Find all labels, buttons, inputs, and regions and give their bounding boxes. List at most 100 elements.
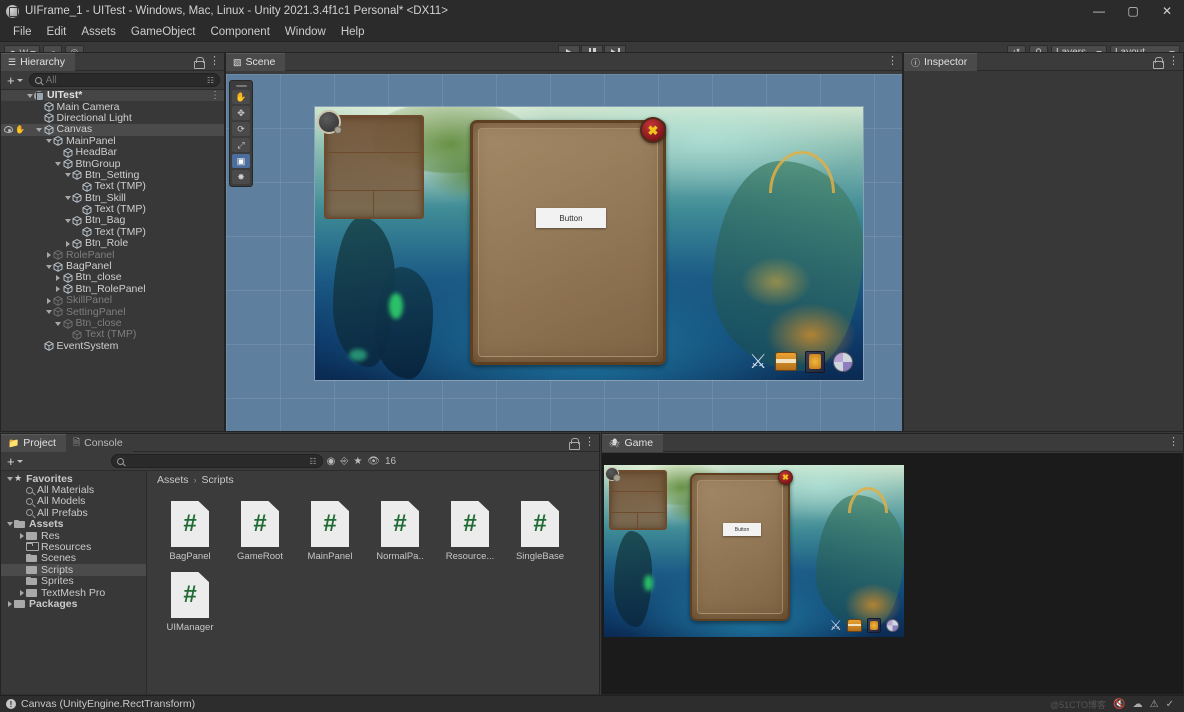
menu-edit[interactable]: Edit	[40, 24, 74, 40]
menu-gameobject[interactable]: GameObject	[124, 24, 203, 40]
breadcrumb-scripts[interactable]: Scripts	[202, 474, 234, 486]
menu-file[interactable]: File	[6, 24, 39, 40]
expand-arrow-icon[interactable]	[5, 601, 14, 607]
expand-arrow-icon[interactable]	[54, 286, 63, 292]
collapse-arrow-icon[interactable]	[44, 139, 53, 143]
collapse-arrow-icon[interactable]	[63, 219, 72, 223]
hierarchy-item-uitest[interactable]: UITest*⋮	[1, 90, 224, 101]
hidden-packages-icon[interactable]: 👁	[367, 456, 380, 467]
rect-tool[interactable]: ▣	[232, 154, 250, 168]
game-menu-icon[interactable]: ⋮	[1168, 437, 1179, 448]
create-object-button[interactable]: +	[5, 73, 25, 88]
asset-item[interactable]: #NormalPa..	[373, 501, 427, 562]
project-tree-item-textmesh-pro[interactable]: TextMesh Pro	[1, 587, 146, 598]
tab-console[interactable]: 🗎 Console	[66, 434, 133, 452]
asset-grid[interactable]: #BagPanel#GameRoot#MainPanel#NormalPa..#…	[147, 489, 599, 694]
asset-item[interactable]: #SingleBase	[513, 501, 567, 562]
hierarchy-item-headbar[interactable]: HeadBar	[1, 147, 224, 158]
hand-tool[interactable]: ✋	[232, 90, 250, 104]
book-icon[interactable]	[867, 618, 881, 633]
scene-menu-icon[interactable]: ⋮	[887, 56, 898, 67]
collapse-arrow-icon[interactable]	[5, 477, 14, 481]
project-search-input[interactable]	[128, 456, 306, 467]
eye-icon[interactable]	[4, 126, 13, 133]
hierarchy-item-btn-role[interactable]: Btn_Role	[1, 238, 224, 249]
project-tree-item-all-prefabs[interactable]: All Prefabs	[1, 507, 146, 518]
project-tree-item-res[interactable]: Res	[1, 530, 146, 541]
chest-icon[interactable]	[775, 352, 797, 371]
hierarchy-menu-icon[interactable]: ⋮	[209, 56, 220, 67]
project-tree-item-sprites[interactable]: Sprites	[1, 576, 146, 587]
project-search-box[interactable]: ☷	[111, 454, 323, 468]
collapse-arrow-icon[interactable]	[44, 310, 53, 314]
inspector-menu-icon[interactable]: ⋮	[1168, 56, 1179, 67]
pickability-icon[interactable]: ✋	[15, 125, 25, 134]
transform-tool[interactable]: ✸	[232, 170, 250, 184]
visibility-gutter[interactable]: ✋	[1, 125, 25, 134]
asset-item[interactable]: #MainPanel	[303, 501, 357, 562]
check-icon[interactable]: ✓	[1166, 699, 1174, 710]
minimize-button[interactable]: —	[1082, 0, 1116, 22]
close-panel-button[interactable]: ✖	[778, 470, 793, 485]
menu-help[interactable]: Help	[334, 24, 372, 40]
game-viewport[interactable]: Button ✖ ⚔	[602, 453, 1183, 694]
asset-item[interactable]: #UIManager	[163, 572, 217, 633]
hierarchy-item-rolepanel[interactable]: RolePanel	[1, 249, 224, 260]
gear-icon[interactable]	[833, 352, 853, 372]
hierarchy-item-text-tmp[interactable]: Text (TMP)	[1, 181, 224, 192]
hierarchy-item-btn-rolepanel[interactable]: Btn_RolePanel	[1, 284, 224, 295]
hierarchy-item-eventsystem[interactable]: EventSystem	[1, 341, 224, 352]
hierarchy-item-canvas[interactable]: ✋Canvas	[1, 124, 224, 135]
lock-icon[interactable]	[569, 438, 578, 448]
project-menu-icon[interactable]: ⋮	[584, 437, 595, 448]
chest-icon[interactable]	[847, 619, 862, 632]
collab-icon[interactable]: ☁	[1133, 699, 1143, 710]
collapse-arrow-icon[interactable]	[35, 128, 44, 132]
tab-hierarchy[interactable]: ☰ Hierarchy	[1, 53, 75, 71]
expand-arrow-icon[interactable]	[54, 275, 63, 281]
asset-item[interactable]: #Resource...	[443, 501, 497, 562]
hierarchy-item-text-tmp[interactable]: Text (TMP)	[1, 329, 224, 340]
project-tree-item-resources[interactable]: Resources	[1, 541, 146, 552]
collapse-arrow-icon[interactable]	[54, 322, 63, 326]
scale-tool[interactable]: ⤢	[232, 138, 250, 152]
search-filter-icon[interactable]: ☷	[309, 457, 316, 466]
palette-grip[interactable]	[232, 83, 250, 88]
project-tree-item-scenes[interactable]: Scenes	[1, 553, 146, 564]
collapse-arrow-icon[interactable]	[25, 94, 34, 98]
hierarchy-tree[interactable]: UITest*⋮Main CameraDirectional Light✋Can…	[1, 90, 224, 431]
collapse-arrow-icon[interactable]	[44, 265, 53, 269]
scene-viewport[interactable]: ✋✥⟳⤢▣✸	[226, 74, 902, 431]
collapse-arrow-icon[interactable]	[63, 196, 72, 200]
tab-project[interactable]: 📁 Project	[1, 434, 66, 452]
collapse-arrow-icon[interactable]	[63, 173, 72, 177]
tab-inspector[interactable]: ⓘ Inspector	[904, 53, 977, 71]
maximize-button[interactable]: ▢	[1116, 0, 1150, 22]
menu-assets[interactable]: Assets	[74, 24, 123, 40]
collapse-arrow-icon[interactable]	[54, 162, 63, 166]
filter-favorite-icon[interactable]: ★	[353, 456, 362, 467]
tab-scene[interactable]: ▧ Scene	[226, 53, 285, 71]
close-button[interactable]: ✕	[1150, 0, 1184, 22]
project-folder-tree[interactable]: ★FavoritesAll MaterialsAll ModelsAll Pre…	[1, 471, 147, 694]
create-asset-button[interactable]: +	[5, 454, 25, 469]
hierarchy-search-input[interactable]	[46, 75, 203, 86]
errors-icon[interactable]: ⚠	[1150, 699, 1159, 710]
scene-ui-button[interactable]: Button	[536, 208, 606, 228]
menu-window[interactable]: Window	[278, 24, 333, 40]
tab-game[interactable]: 🕷 Game	[602, 434, 663, 452]
hierarchy-item-btn-close[interactable]: Btn_close	[1, 272, 224, 283]
mute-icon[interactable]: 🔇	[1113, 699, 1125, 710]
lock-icon[interactable]	[194, 57, 203, 67]
project-tree-item-packages[interactable]: Packages	[1, 598, 146, 609]
collapse-arrow-icon[interactable]	[5, 522, 14, 526]
project-tree-item-favorites[interactable]: ★Favorites	[1, 473, 146, 484]
filter-type-icon[interactable]: ◉	[327, 456, 336, 467]
filter-label-icon[interactable]: ⎆	[340, 456, 348, 467]
scene-context-menu-icon[interactable]: ⋮	[210, 90, 220, 101]
hierarchy-search-box[interactable]: ☷	[29, 73, 220, 87]
asset-item[interactable]: #GameRoot	[233, 501, 287, 562]
menu-component[interactable]: Component	[203, 24, 276, 40]
hierarchy-item-skillpanel[interactable]: SkillPanel	[1, 295, 224, 306]
search-filter-icon[interactable]: ☷	[207, 76, 214, 85]
